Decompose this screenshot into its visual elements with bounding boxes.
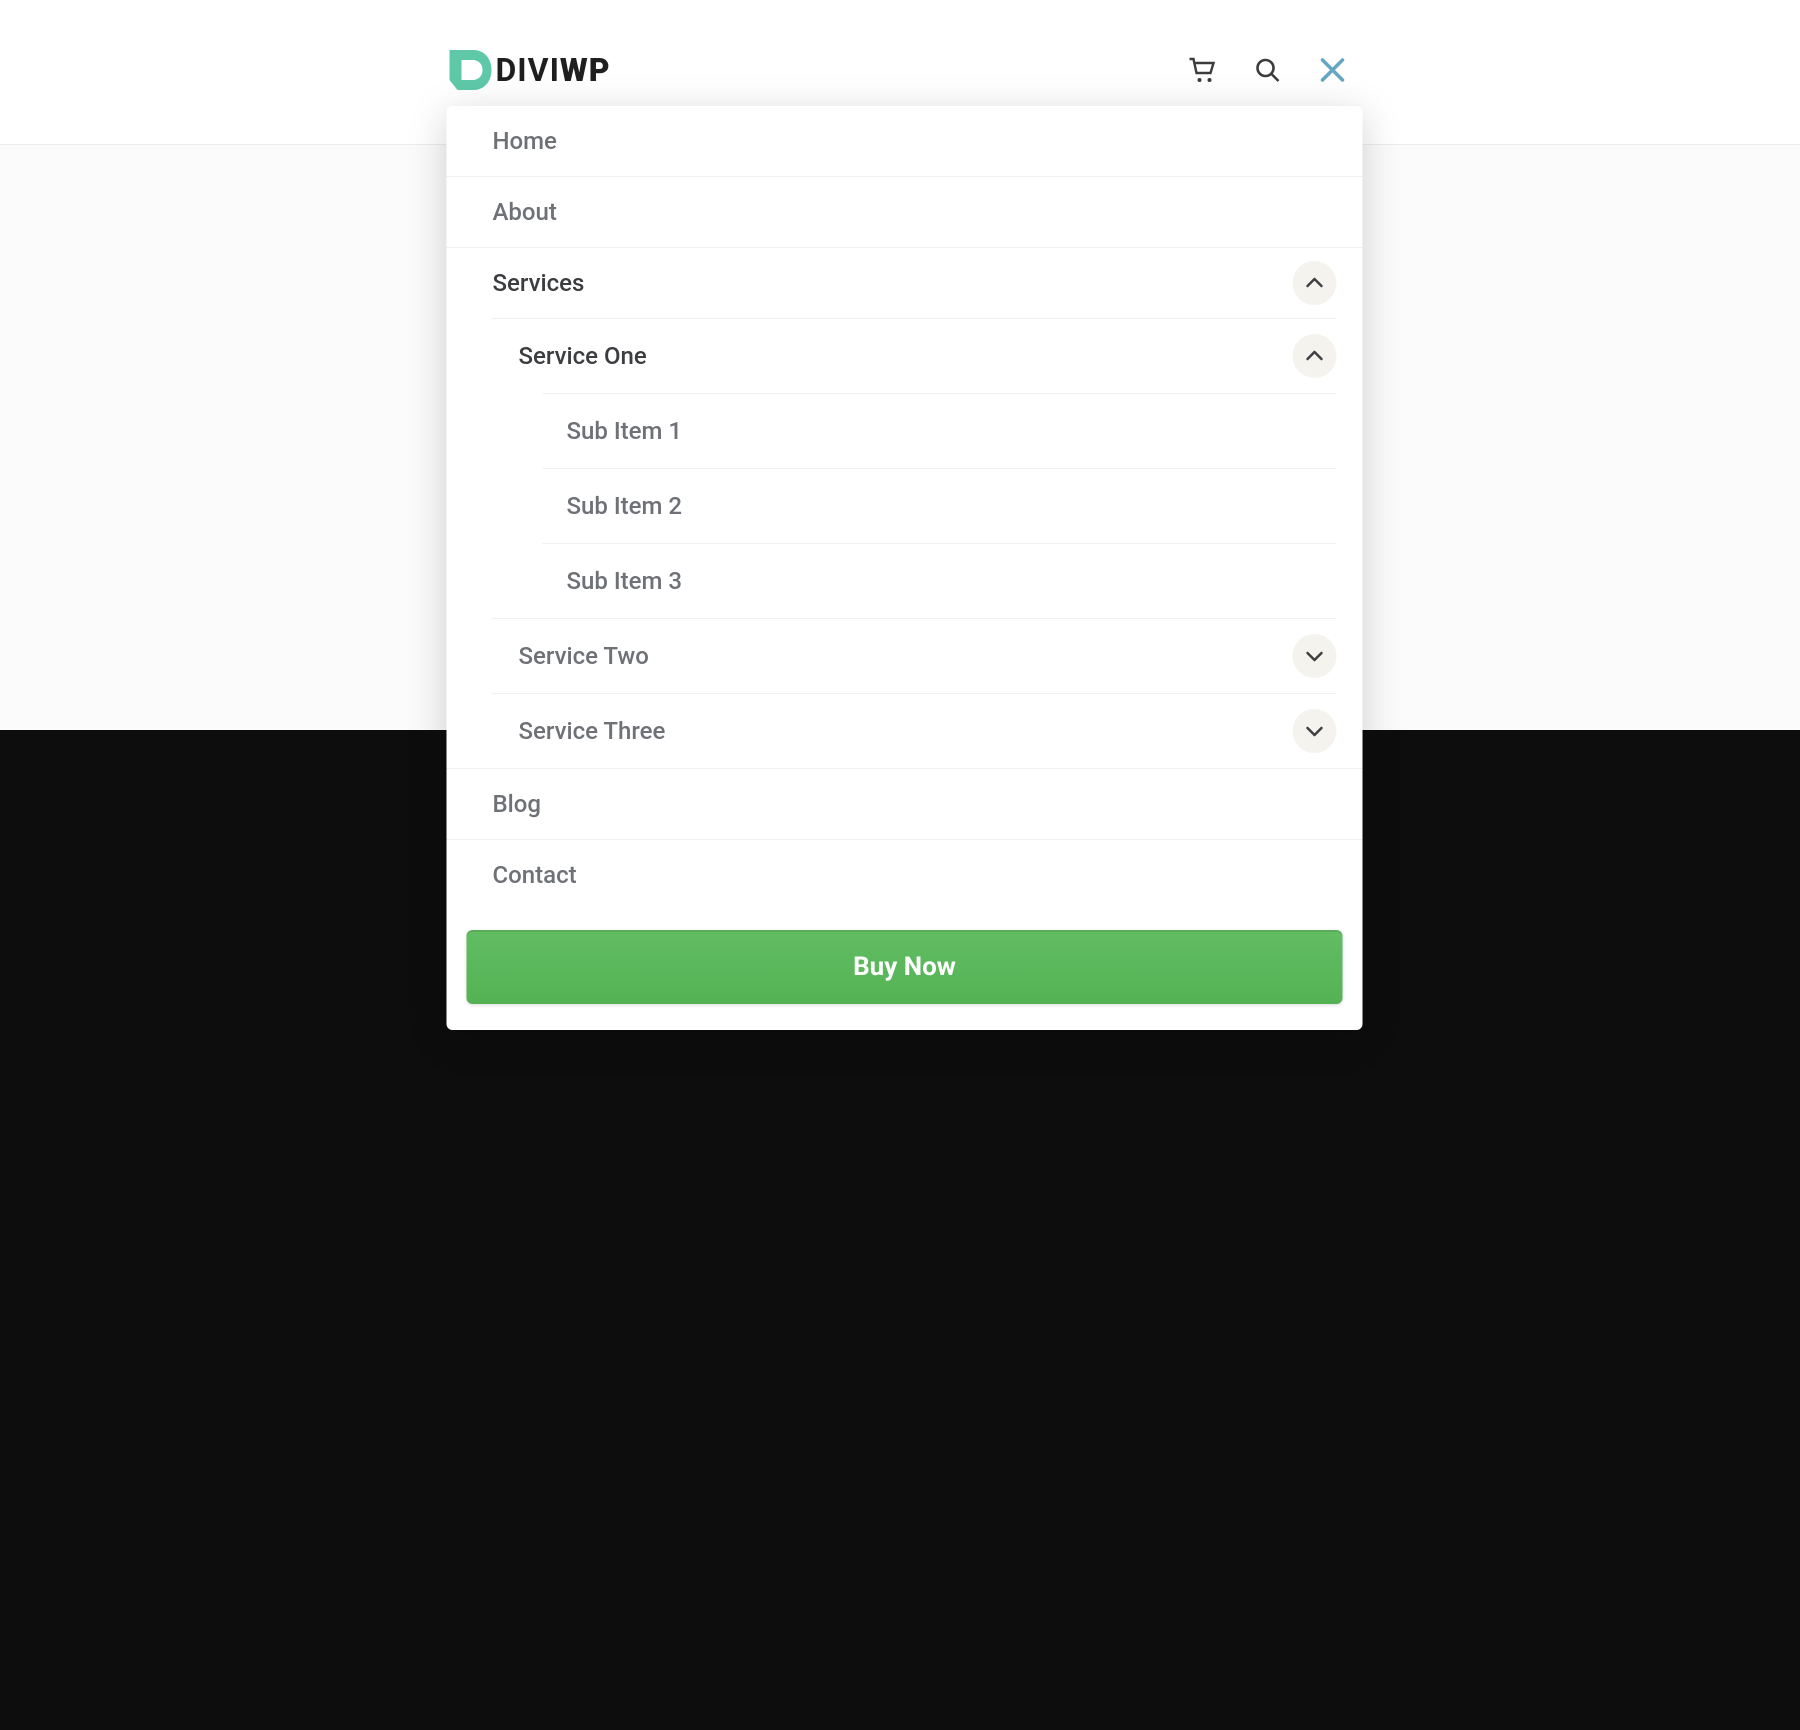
- buy-now-label: Buy Now: [853, 952, 956, 982]
- subsub-item: Sub Item 1: [543, 393, 1337, 468]
- menu-link-services[interactable]: Services: [447, 248, 1363, 318]
- close-icon[interactable]: [1318, 55, 1348, 85]
- menu-item-about: About: [447, 176, 1363, 247]
- menu-label: Sub Item 2: [567, 492, 683, 520]
- submenu-services: Service One Sub Item 1: [493, 318, 1337, 768]
- chevron-up-icon: [1306, 350, 1324, 362]
- submenu-item-service-one: Service One Sub Item 1: [493, 318, 1337, 618]
- cart-icon[interactable]: [1188, 56, 1218, 84]
- menu-link-home[interactable]: Home: [447, 106, 1363, 176]
- menu-label: Home: [493, 127, 557, 155]
- site-logo[interactable]: DIVIWP: [448, 46, 611, 94]
- subsub-link[interactable]: Sub Item 3: [543, 544, 1337, 618]
- chevron-down-icon: [1306, 650, 1324, 662]
- menu-link-about[interactable]: About: [447, 177, 1363, 247]
- chevron-up-icon: [1306, 277, 1324, 289]
- subsub-link[interactable]: Sub Item 2: [543, 469, 1337, 543]
- menu-label: About: [493, 198, 557, 226]
- collapse-toggle[interactable]: [1293, 334, 1337, 378]
- menu-item-home: Home: [447, 106, 1363, 176]
- mobile-menu-panel: Home About Services Ser: [447, 106, 1363, 1030]
- header-actions: [1188, 55, 1348, 85]
- submenu-link-service-two[interactable]: Service Two: [493, 619, 1337, 693]
- menu-label: Blog: [493, 790, 542, 818]
- menu-link-blog[interactable]: Blog: [447, 769, 1363, 839]
- expand-toggle[interactable]: [1293, 709, 1337, 753]
- submenu-link-service-three[interactable]: Service Three: [493, 694, 1337, 768]
- menu-label: Contact: [493, 861, 577, 889]
- site-header: DIVIWP: [448, 42, 1348, 97]
- menu-label: Sub Item 1: [567, 417, 683, 445]
- menu-label: Services: [493, 269, 585, 297]
- menu-item-services: Services Service One: [447, 247, 1363, 768]
- menu-list: Home About Services Ser: [447, 106, 1363, 910]
- chevron-down-icon: [1306, 725, 1324, 737]
- search-icon[interactable]: [1254, 56, 1282, 84]
- subsubmenu-service-one: Sub Item 1 Sub Item 2 Sub Item 3: [543, 393, 1337, 618]
- menu-item-contact: Contact: [447, 839, 1363, 910]
- collapse-toggle[interactable]: [1293, 261, 1337, 305]
- menu-label: Sub Item 3: [567, 567, 683, 595]
- submenu-link-service-one[interactable]: Service One: [493, 319, 1337, 393]
- logo-text: DIVIWP: [496, 51, 611, 89]
- subsub-item: Sub Item 2: [543, 468, 1337, 543]
- submenu-item-service-three: Service Three: [493, 693, 1337, 768]
- subsub-item: Sub Item 3: [543, 543, 1337, 618]
- menu-label: Service One: [519, 342, 647, 370]
- menu-label: Service Two: [519, 642, 649, 670]
- submenu-item-service-two: Service Two: [493, 618, 1337, 693]
- menu-link-contact[interactable]: Contact: [447, 840, 1363, 910]
- menu-item-blog: Blog: [447, 768, 1363, 839]
- subsub-link[interactable]: Sub Item 1: [543, 394, 1337, 468]
- buy-now-button[interactable]: Buy Now: [467, 930, 1343, 1004]
- logo-mark-icon: [448, 46, 494, 94]
- expand-toggle[interactable]: [1293, 634, 1337, 678]
- menu-label: Service Three: [519, 717, 666, 745]
